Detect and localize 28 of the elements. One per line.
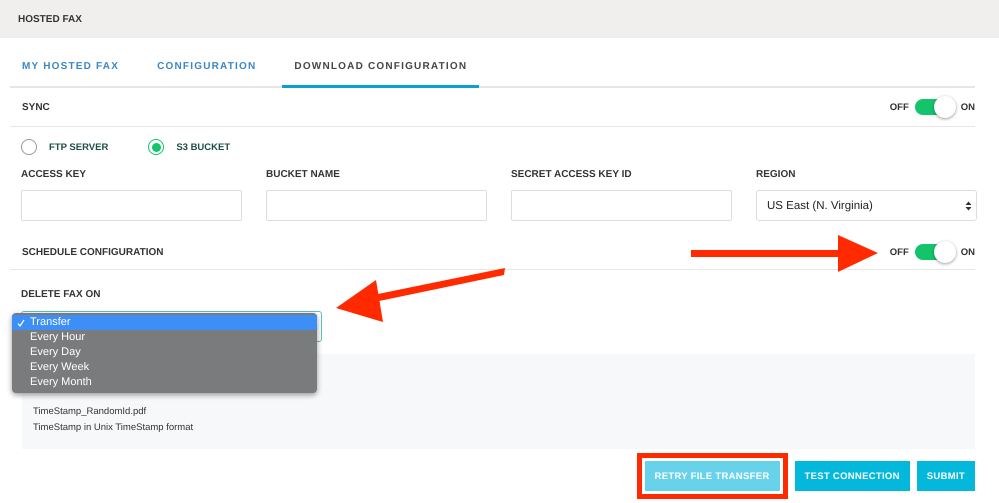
radio-label: S3 BUCKET	[176, 142, 230, 152]
action-button[interactable]: SUBMIT	[916, 461, 975, 491]
menu-option[interactable]: Every Hour	[12, 330, 317, 345]
field-label: REGION	[756, 169, 796, 180]
page-title: HOSTED FAX	[18, 14, 82, 24]
field-label: ACCESS KEY	[21, 169, 88, 180]
field-label: BUCKET NAME	[266, 169, 341, 180]
radio-label: FTP SERVER	[49, 142, 108, 152]
tab[interactable]: MY HOSTED FAX	[10, 48, 132, 88]
menu-option[interactable]: Every Week	[12, 360, 317, 375]
toggle-label: ON	[960, 246, 975, 258]
menu-option[interactable]: Every Day	[12, 345, 317, 360]
toggle-label: OFF	[890, 246, 909, 258]
section-label: SCHEDULE CONFIGURATION	[22, 246, 164, 258]
tab[interactable]: CONFIGURATION	[145, 48, 268, 88]
toggle-label: OFF	[890, 102, 909, 112]
menu-option[interactable]: Transfer	[12, 315, 317, 330]
info-text: TimeStamp in Unix TimeStamp format	[33, 421, 194, 435]
menu-option[interactable]: Every Month	[12, 375, 317, 390]
region-select[interactable]: US East (N. Virginia)	[756, 190, 977, 221]
field-label: SECRET ACCESS KEY ID	[511, 169, 633, 180]
field-label: DELETE FAX ON	[21, 289, 100, 300]
select-value: US East (N. Virginia)	[767, 200, 873, 212]
info-text: TimeStamp_RandomId.pdf	[33, 405, 148, 419]
toggle-label: ON	[960, 102, 975, 112]
tab[interactable]: DOWNLOAD CONFIGURATION	[282, 48, 480, 88]
action-button[interactable]: TEST CONNECTION	[794, 461, 910, 491]
section-label: SYNC	[22, 102, 50, 112]
